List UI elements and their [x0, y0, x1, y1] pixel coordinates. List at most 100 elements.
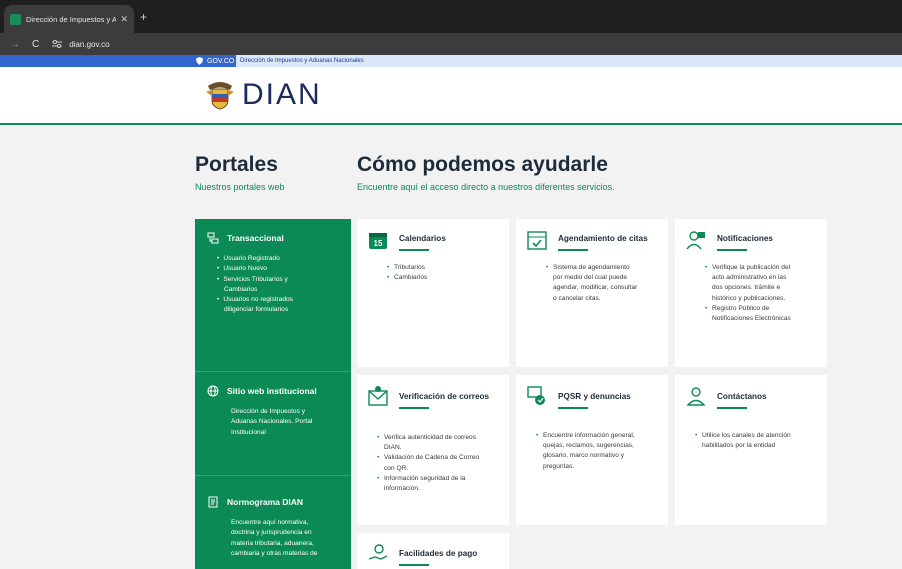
card-title: Calendarios	[399, 234, 446, 243]
payment-hand-icon	[368, 544, 388, 560]
card-desc-line: o cancelar citas.	[553, 294, 601, 302]
portal-desc-line: Encuentre aquí normativa,	[231, 519, 309, 526]
card-link-tributarios[interactable]: Tributarios	[387, 263, 497, 273]
card-title: PQSR y denuncias	[558, 392, 631, 401]
address-bar: → C dian.gov.co	[0, 33, 902, 55]
card-desc-line: habilitados por la entidad	[702, 442, 776, 450]
card-title: Notificaciones	[717, 234, 773, 243]
browser-tab-bar: Dirección de Impuestos y Adua ✕ +	[0, 0, 902, 33]
card-desc-line: histórico y publicaciones.	[712, 294, 786, 302]
close-tab-icon[interactable]: ✕	[120, 14, 128, 25]
dian-logo-text: DIAN	[242, 78, 322, 111]
portal-link-servicios[interactable]: Servicios Tributarios y	[217, 275, 339, 285]
card-title: Verificación de correos	[399, 392, 490, 401]
card-link-seguridad[interactable]: Información seguridad de la	[377, 474, 502, 484]
card-desc-line: DIAN.	[384, 444, 402, 452]
notification-person-icon	[686, 231, 705, 250]
help-heading: Cómo podemos ayudarle	[357, 153, 608, 176]
reload-icon[interactable]: C	[32, 39, 39, 50]
card-link-registro[interactable]: Registro Público de	[705, 304, 815, 314]
help-subtitle: Encuentre aquí el acceso directo a nuest…	[357, 182, 615, 192]
card-title-underline	[399, 564, 429, 566]
card-title-underline	[717, 249, 747, 251]
card-desc-line: dos opciones: trámite e	[712, 284, 781, 292]
portal-title: Transaccional	[227, 233, 284, 243]
portal-desc-line: doctrina y jurisprudencia en	[231, 529, 312, 537]
svg-text:15: 15	[374, 239, 383, 248]
entity-link[interactable]: Dirección de Impuestos y Aduanas Naciona…	[236, 55, 368, 67]
portal-desc-line: Aduanas Nacionales. Portal	[231, 418, 313, 426]
site-header: DIAN	[0, 67, 902, 123]
card-notificaciones[interactable]: Notificaciones Verifique la publicación …	[675, 219, 827, 367]
transaction-icon	[207, 232, 219, 244]
complaint-icon	[527, 386, 545, 405]
govco-shield-icon	[196, 57, 203, 65]
card-link-autenticidad[interactable]: Verifica autenticidad de correos	[377, 433, 502, 443]
dian-logo[interactable]: DIAN	[206, 78, 322, 112]
portal-link-usuario-registrado[interactable]: Usuario Registrado	[217, 254, 339, 264]
card-title-underline	[399, 407, 429, 409]
header-divider	[0, 123, 902, 125]
card-desc-line: por medio del cual puede	[553, 274, 628, 282]
tab-title: Dirección de Impuestos y Adua	[26, 14, 117, 24]
site-info-icon[interactable]	[51, 39, 63, 49]
portal-transaccional[interactable]: Transaccional Usuario Registrado Usuario…	[195, 219, 351, 371]
card-desc-line: Utilice los canales de atención	[695, 431, 820, 441]
url-field[interactable]: dian.gov.co	[69, 40, 109, 49]
portal-link-no-registrados[interactable]: Usuarios no registrados	[217, 295, 339, 305]
card-desc-line: agendar, modificar, consultar	[553, 284, 638, 292]
new-tab-button[interactable]: +	[140, 10, 147, 24]
portal-title: Normograma DIAN	[227, 497, 304, 507]
govco-link[interactable]: GOV.CO	[190, 55, 241, 67]
card-title-underline	[558, 407, 588, 409]
portal-title: Sitio web institucional	[227, 386, 317, 396]
card-title-underline	[399, 249, 429, 251]
browser-tab[interactable]: Dirección de Impuestos y Adua ✕	[4, 5, 134, 33]
card-desc-line: información.	[384, 485, 420, 493]
globe-icon	[207, 385, 219, 397]
card-verificacion-correos[interactable]: Verificación de correos Verifica autenti…	[357, 375, 509, 525]
portal-sitio-institucional[interactable]: Sitio web institucional Dirección de Imp…	[195, 371, 351, 475]
calendar-check-icon	[527, 231, 547, 250]
card-title-underline	[717, 407, 747, 409]
card-title: Contáctanos	[717, 392, 767, 401]
portal-link-usuario-nuevo[interactable]: Usuario Nuevo	[217, 264, 339, 274]
contact-person-icon	[686, 387, 706, 406]
portal-desc-line: Institucional	[231, 428, 266, 436]
dian-favicon-icon	[10, 13, 21, 25]
card-desc-line: glosario, marco normativo y	[543, 452, 624, 460]
forward-icon[interactable]: →	[10, 39, 20, 50]
card-title: Agendamiento de citas	[558, 234, 648, 243]
portal-link-servicios-cont[interactable]: Cambiarios	[217, 285, 339, 295]
card-link-verifique[interactable]: Verifique la publicación del	[705, 263, 815, 273]
card-link-cambiarios[interactable]: Cambiarios	[387, 273, 497, 283]
portal-desc-line: Dirección de Impuestos y	[231, 408, 306, 415]
card-desc-line: Encuentre información general,	[536, 431, 661, 441]
gov-bar-blue-strip	[0, 55, 190, 67]
card-calendarios[interactable]: 15 Calendarios Tributarios Cambiarios	[357, 219, 509, 367]
document-icon	[208, 496, 218, 508]
mail-check-icon	[368, 386, 388, 406]
calendar-icon: 15	[369, 233, 387, 249]
card-link-validacion[interactable]: Validación de Cadena de Correo	[377, 453, 502, 463]
card-desc-line: quejas, reclamos, sugerencias,	[543, 442, 634, 450]
card-facilidades-pago[interactable]: Facilidades de pago	[357, 533, 509, 569]
portales-heading: Portales	[195, 153, 278, 176]
portal-normograma[interactable]: Normograma DIAN Encuentre aquí normativa…	[195, 475, 351, 569]
portal-desc-line: cambiaria y otras materias de	[231, 549, 318, 557]
card-desc-line: preguntas.	[543, 462, 575, 470]
card-desc-line: Notificaciones Electrónicas	[712, 315, 791, 323]
card-pqsr[interactable]: PQSR y denuncias Encuentre información g…	[516, 375, 668, 525]
card-desc-line: con QR.	[384, 464, 409, 472]
card-contactanos[interactable]: Contáctanos Utilice los canales de atenc…	[675, 375, 827, 525]
card-agendamiento[interactable]: Agendamiento de citas Sistema de agendam…	[516, 219, 668, 367]
coat-of-arms-icon	[206, 82, 234, 110]
portales-subtitle: Nuestros portales web	[195, 182, 285, 192]
portal-link-no-registrados-cont[interactable]: diligenciar formularios	[217, 305, 339, 315]
card-title: Facilidades de pago	[399, 549, 478, 558]
card-title-underline	[558, 249, 588, 251]
gov-bar: GOV.CO Dirección de Impuestos y Aduanas …	[0, 55, 902, 67]
card-desc-line: acto administrativo en las	[712, 274, 787, 282]
card-desc-line: Sistema de agendamiento	[546, 263, 656, 273]
govco-label: GOV.CO	[207, 57, 235, 65]
